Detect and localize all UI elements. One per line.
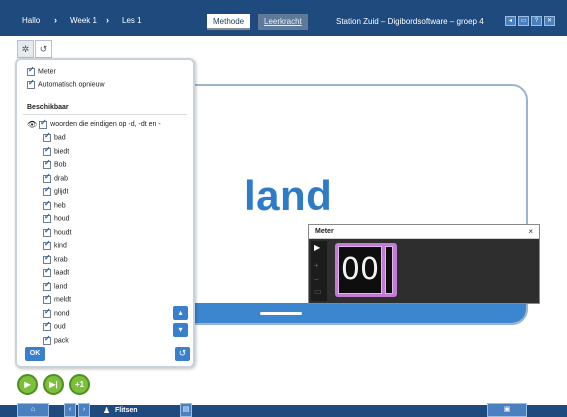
checkbox-checked-icon[interactable] (43, 145, 51, 156)
minus-icon[interactable]: − (314, 275, 319, 284)
breadcrumb-week[interactable]: Week 1 (70, 16, 97, 25)
checkbox-checked-icon[interactable] (43, 131, 51, 142)
checkbox-checked-icon[interactable] (43, 266, 51, 277)
flashcard-footer (157, 303, 526, 323)
timer-display: 00 (335, 243, 397, 297)
word-label: meldt (54, 296, 72, 304)
word-label: oud (54, 323, 66, 331)
play-icon[interactable]: ▶ (314, 243, 320, 252)
scroll-down-icon[interactable]: ▾ (173, 323, 188, 337)
checkbox-checked-icon[interactable] (43, 307, 51, 318)
section-title: Beschikbaar (27, 104, 69, 111)
scroll-up-icon[interactable]: ▴ (173, 306, 188, 320)
divider (23, 114, 187, 115)
checkbox-checked-icon[interactable] (43, 280, 51, 291)
tab-leerkracht[interactable]: Leerkracht (258, 14, 308, 30)
option-label: Automatisch opnieuw (38, 81, 105, 89)
option-automatisch-opnieuw[interactable]: Automatisch opnieuw (27, 78, 105, 93)
checkbox-checked-icon[interactable] (43, 239, 51, 250)
breadcrumb-hallo[interactable]: Hallo (22, 16, 40, 25)
reset-icon[interactable]: ▭ (314, 287, 322, 296)
help-icon[interactable]: ? (531, 16, 542, 26)
top-bar: Hallo › Week 1 › Les 1 Methode Leerkrach… (0, 0, 567, 36)
checkbox-checked-icon[interactable] (43, 158, 51, 169)
checkbox-checked-icon[interactable] (43, 334, 51, 345)
checkbox-checked-icon[interactable] (43, 212, 51, 223)
word-label: heb (54, 202, 66, 210)
timer-cursor (385, 246, 393, 294)
breadcrumb-les[interactable]: Les 1 (122, 16, 142, 25)
option-label: Meter (38, 68, 56, 76)
word-label: drab (54, 175, 69, 183)
timer-value: 00 (338, 246, 382, 294)
word-label: biedt (54, 148, 70, 156)
tab-methode[interactable]: Methode (207, 14, 251, 30)
word-label: kind (54, 242, 67, 250)
checkbox-checked-icon[interactable] (43, 293, 51, 304)
meter-title: Meter (315, 228, 334, 235)
checkbox-checked-icon[interactable] (43, 185, 51, 196)
checkbox-checked-icon[interactable] (27, 65, 35, 76)
word-label: nond (54, 310, 70, 318)
gear-icon[interactable]: ✲ (17, 40, 34, 58)
word-label: pack (54, 337, 69, 345)
close-icon[interactable]: ✕ (544, 16, 555, 26)
reload-icon[interactable]: ↺ (35, 40, 52, 58)
toolbox-icon[interactable]: ▣ (487, 403, 527, 417)
checkbox-checked-icon[interactable] (43, 199, 51, 210)
person-icon: ♟ (103, 406, 111, 415)
meter-window: Meter × ▶ + − ▭ 00 (308, 224, 540, 304)
word-group-label: woorden die eindigen op -d, -dt en - (50, 121, 161, 128)
eye-icon[interactable]: 👁 (27, 120, 37, 129)
site-title: Station Zuid – Digibordsoftware – groep … (336, 17, 484, 26)
play-button[interactable]: ▶ (17, 374, 38, 395)
word-label: laadt (54, 269, 70, 277)
close-icon[interactable]: × (528, 227, 533, 236)
flashcard-word: land (244, 172, 333, 219)
checkbox-checked-icon[interactable] (39, 118, 48, 129)
ok-button[interactable]: OK (25, 347, 45, 361)
back-icon[interactable]: ◂ (505, 16, 516, 26)
book-icon[interactable]: ▤ (180, 403, 192, 417)
reset-icon[interactable]: ↺ (175, 347, 190, 361)
next-button[interactable]: ▶| (43, 374, 64, 395)
meter-header[interactable]: Meter × (309, 225, 539, 239)
plus-one-button[interactable]: +1 (69, 374, 90, 395)
window-icon[interactable]: ▭ (518, 16, 529, 26)
word-label: bad (54, 134, 66, 142)
chevron-right-icon: › (106, 15, 109, 25)
checkbox-checked-icon[interactable] (27, 78, 35, 89)
word-label: houd (54, 215, 70, 223)
mode-label: Flitsen (115, 407, 138, 414)
word-label: krab (54, 256, 68, 264)
plus-icon[interactable]: + (314, 261, 319, 270)
flashcard-handle[interactable] (260, 312, 302, 315)
settings-panel: Meter Automatisch opnieuw Beschikbaar 👁 w… (15, 58, 195, 368)
chevron-right-icon: › (54, 15, 57, 25)
next-icon[interactable]: › (78, 403, 90, 417)
word-item[interactable]: pack (43, 334, 69, 349)
word-label: houdt (54, 229, 72, 237)
checkbox-checked-icon[interactable] (43, 320, 51, 331)
checkbox-checked-icon[interactable] (43, 253, 51, 264)
word-label: glijdt (54, 188, 69, 196)
meter-controls: ▶ + − ▭ (311, 241, 327, 301)
checkbox-checked-icon[interactable] (43, 172, 51, 183)
word-label: land (54, 283, 68, 291)
checkbox-checked-icon[interactable] (43, 226, 51, 237)
home-icon[interactable]: ⌂ (17, 403, 49, 417)
word-label: Bob (54, 161, 67, 169)
prev-icon[interactable]: ‹ (64, 403, 76, 417)
